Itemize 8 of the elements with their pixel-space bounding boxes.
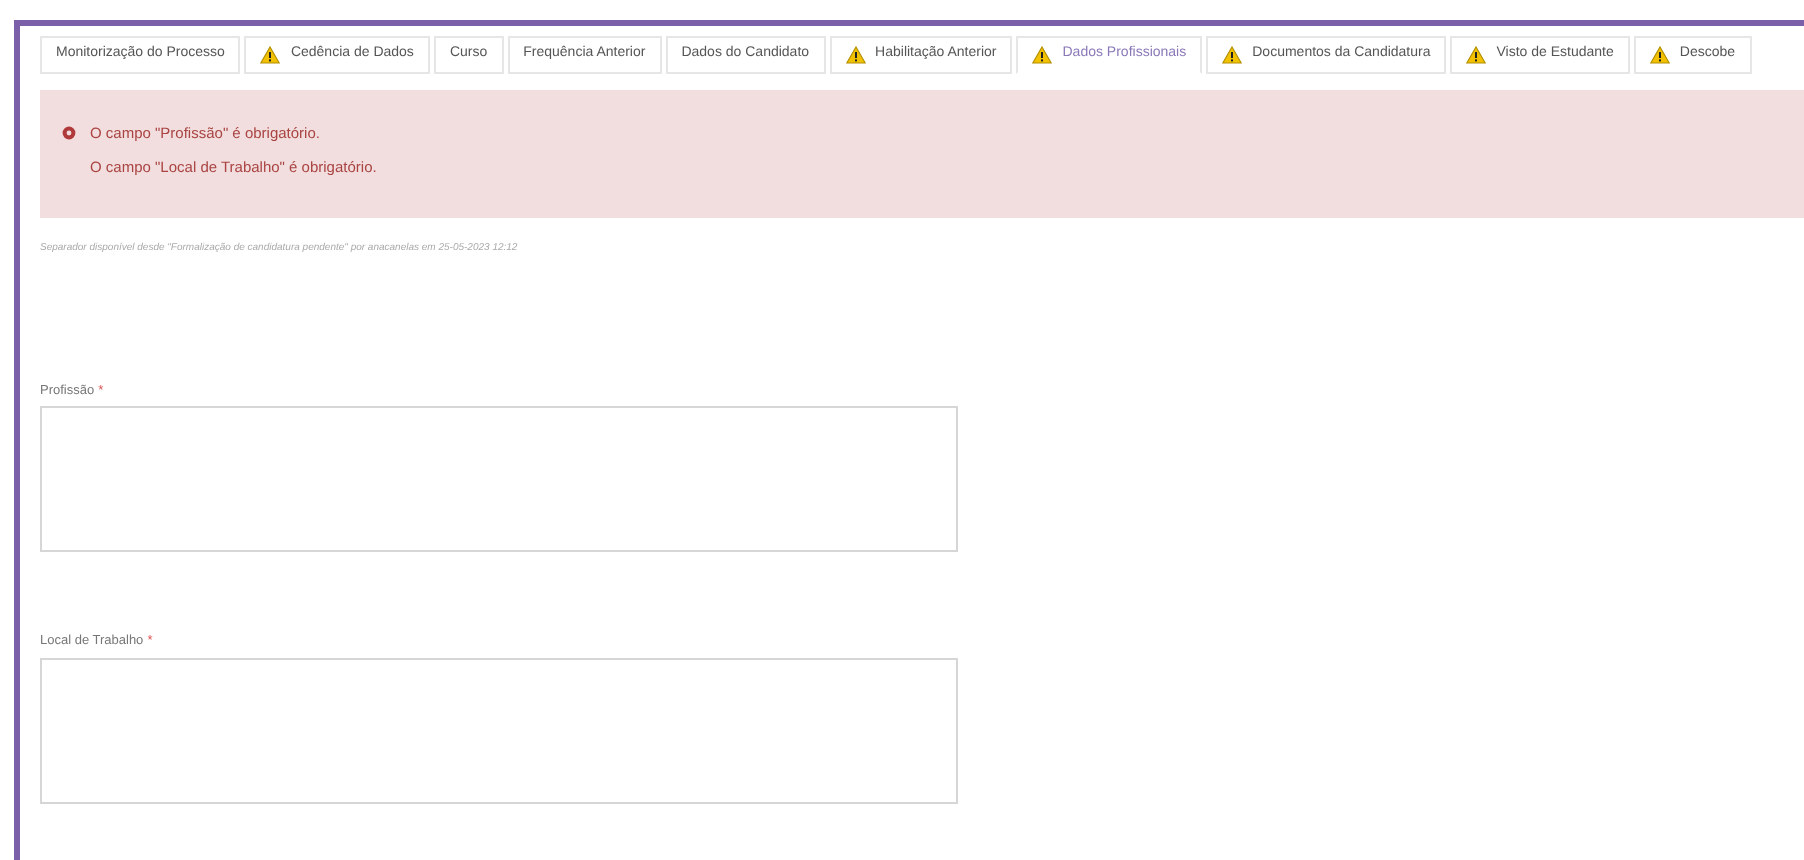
warning-icon — [1649, 46, 1670, 64]
warning-icon — [260, 46, 281, 64]
text-area[interactable] — [40, 658, 958, 804]
warning-icon — [1222, 46, 1243, 64]
warning-icon — [1032, 46, 1053, 64]
warning-icon — [845, 46, 866, 64]
text-area[interactable] — [40, 406, 958, 553]
warning-icon — [1466, 46, 1487, 64]
